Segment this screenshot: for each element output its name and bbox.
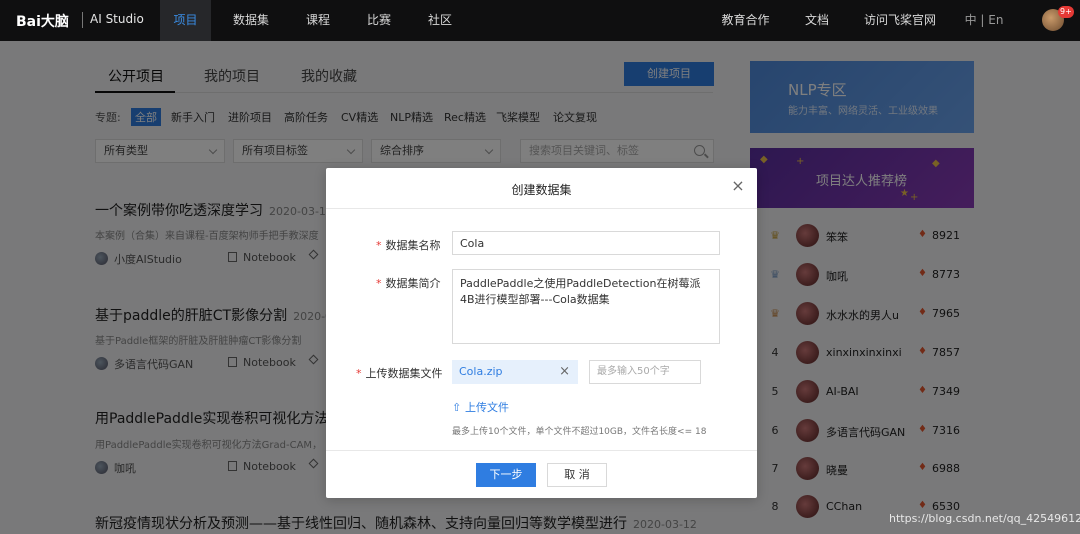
dataset-name-input[interactable] [452, 231, 720, 255]
uploaded-file-name: Cola.zip [459, 365, 503, 378]
logo-divider [82, 12, 83, 28]
cancel-button[interactable]: 取 消 [547, 463, 607, 487]
dataset-file-label: * 上传数据集文件 [356, 367, 443, 380]
next-step-button[interactable]: 下一步 [476, 463, 536, 487]
nav-item-paddle-site[interactable]: 访问飞桨官网 [860, 0, 940, 41]
language-switch[interactable]: 中 | En [964, 0, 1004, 41]
upload-hint: 最多上传10个文件，单个文件不超过10GB，文件名长度<= 18 [452, 427, 707, 437]
nav-item-projects[interactable]: 项目 [160, 0, 211, 41]
product-name[interactable]: AI Studio [90, 12, 144, 26]
top-nav: Bai大脑 AI Studio 项目 数据集 课程 比赛 社区 教育合作 文档 … [0, 0, 1080, 41]
dialog-header-divider [326, 208, 757, 209]
baidu-logo[interactable]: Bai大脑 [16, 11, 69, 31]
dataset-intro-label: * 数据集简介 [376, 277, 441, 290]
nav-item-community[interactable]: 社区 [420, 0, 460, 41]
file-description-input[interactable]: 最多输入50个字 [589, 360, 701, 384]
close-icon[interactable]: × [730, 178, 746, 194]
nav-item-courses[interactable]: 课程 [298, 0, 338, 41]
nav-item-datasets[interactable]: 数据集 [226, 0, 276, 41]
upload-icon: ⇧ [452, 401, 462, 414]
nav-item-docs[interactable]: 文档 [797, 0, 837, 41]
uploaded-file-chip: Cola.zip × [452, 360, 578, 384]
nav-item-education[interactable]: 教育合作 [718, 0, 773, 41]
upload-file-link[interactable]: ⇧ 上传文件 [452, 399, 509, 415]
remove-file-icon[interactable]: × [559, 360, 570, 384]
dataset-intro-textarea[interactable]: PaddlePaddle之使用PaddleDetection在树莓派4B进行模型… [452, 269, 720, 344]
notification-badge: 9+ [1058, 6, 1074, 18]
watermark: https://blog.csdn.net/qq_42549612 [889, 512, 1080, 525]
nav-item-competitions[interactable]: 比赛 [359, 0, 399, 41]
dialog-title: 创建数据集 [511, 183, 572, 197]
dialog-footer-divider [326, 450, 757, 451]
dataset-name-label: * 数据集名称 [376, 239, 441, 252]
create-dataset-dialog: 创建数据集 × *数据集名称 *数据集简介 PaddlePaddle之使用Pad… [326, 168, 757, 498]
